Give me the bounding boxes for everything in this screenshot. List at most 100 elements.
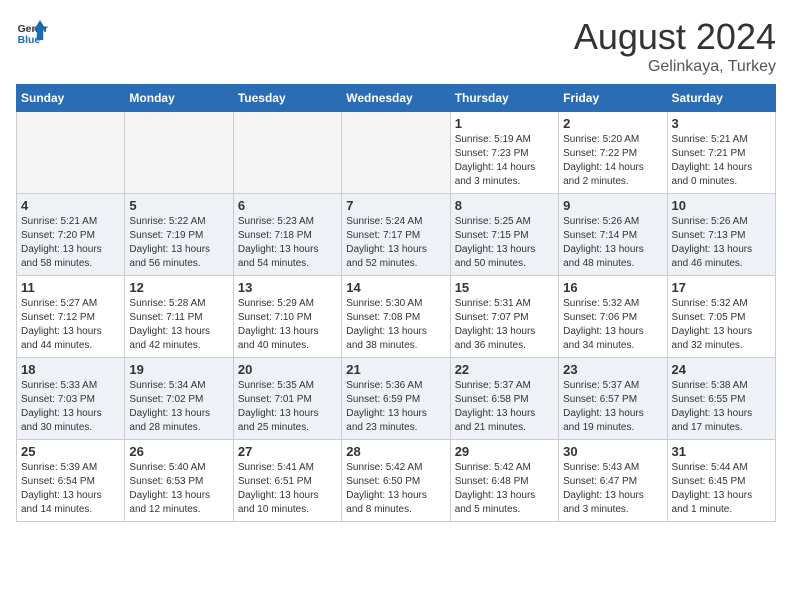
day-info: Sunrise: 5:33 AM Sunset: 7:03 PM Dayligh… bbox=[21, 379, 120, 435]
day-info: Sunrise: 5:25 AM Sunset: 7:15 PM Dayligh… bbox=[455, 215, 554, 271]
day-number: 1 bbox=[455, 116, 554, 131]
table-row: 26 Sunrise: 5:40 AM Sunset: 6:53 PM Dayli… bbox=[125, 440, 233, 522]
day-number: 23 bbox=[563, 362, 662, 377]
day-number: 28 bbox=[346, 444, 445, 459]
day-info: Sunrise: 5:37 AM Sunset: 6:58 PM Dayligh… bbox=[455, 379, 554, 435]
table-row: 2 Sunrise: 5:20 AM Sunset: 7:22 PM Daylig… bbox=[559, 112, 667, 194]
table-row: 13 Sunrise: 5:29 AM Sunset: 7:10 PM Dayli… bbox=[233, 276, 341, 358]
table-row: 3Sunrise: 5:21 AM Sunset: 7:21 PM Daylig… bbox=[667, 112, 775, 194]
day-info: Sunrise: 5:34 AM Sunset: 7:02 PM Dayligh… bbox=[129, 379, 228, 435]
day-number: 5 bbox=[129, 198, 228, 213]
day-info: Sunrise: 5:44 AM Sunset: 6:45 PM Dayligh… bbox=[672, 461, 771, 517]
col-friday: Friday bbox=[559, 85, 667, 112]
day-number: 13 bbox=[238, 280, 337, 295]
table-row: 17 Sunrise: 5:32 AM Sunset: 7:05 PM Dayli… bbox=[667, 276, 775, 358]
table-row: 31 Sunrise: 5:44 AM Sunset: 6:45 PM Dayli… bbox=[667, 440, 775, 522]
col-wednesday: Wednesday bbox=[342, 85, 450, 112]
table-row: 14 Sunrise: 5:30 AM Sunset: 7:08 PM Dayli… bbox=[342, 276, 450, 358]
day-number: 2 bbox=[563, 116, 662, 131]
col-monday: Monday bbox=[125, 85, 233, 112]
table-row: 30Sunrise: 5:43 AM Sunset: 6:47 PM Dayli… bbox=[559, 440, 667, 522]
table-row: 22 Sunrise: 5:37 AM Sunset: 6:58 PM Dayli… bbox=[450, 358, 558, 440]
table-row: 24Sunrise: 5:38 AM Sunset: 6:55 PM Dayli… bbox=[667, 358, 775, 440]
table-row: 27Sunrise: 5:41 AM Sunset: 6:51 PM Dayli… bbox=[233, 440, 341, 522]
day-number: 18 bbox=[21, 362, 120, 377]
table-row: 18 Sunrise: 5:33 AM Sunset: 7:03 PM Dayli… bbox=[17, 358, 125, 440]
day-number: 30 bbox=[563, 444, 662, 459]
day-info: Sunrise: 5:35 AM Sunset: 7:01 PM Dayligh… bbox=[238, 379, 337, 435]
day-info: Sunrise: 5:32 AM Sunset: 7:06 PM Dayligh… bbox=[563, 297, 662, 353]
table-row: 21 Sunrise: 5:36 AM Sunset: 6:59 PM Dayli… bbox=[342, 358, 450, 440]
day-info: Sunrise: 5:24 AM Sunset: 7:17 PM Dayligh… bbox=[346, 215, 445, 271]
day-number: 22 bbox=[455, 362, 554, 377]
page-header: General Blue August 2024 Gelinkaya, Turk… bbox=[16, 16, 776, 76]
table-row: 20 Sunrise: 5:35 AM Sunset: 7:01 PM Dayli… bbox=[233, 358, 341, 440]
day-info: Sunrise: 5:42 AM Sunset: 6:50 PM Dayligh… bbox=[346, 461, 445, 517]
calendar-row: 4 Sunrise: 5:21 AM Sunset: 7:20 PM Daylig… bbox=[17, 194, 776, 276]
day-info: Sunrise: 5:26 AM Sunset: 7:13 PM Dayligh… bbox=[672, 215, 771, 271]
day-number: 31 bbox=[672, 444, 771, 459]
day-info: Sunrise: 5:20 AM Sunset: 7:22 PM Dayligh… bbox=[563, 133, 662, 189]
location-subtitle: Gelinkaya, Turkey bbox=[574, 58, 776, 76]
day-number: 24 bbox=[672, 362, 771, 377]
table-row bbox=[17, 112, 125, 194]
day-info: Sunrise: 5:26 AM Sunset: 7:14 PM Dayligh… bbox=[563, 215, 662, 271]
day-info: Sunrise: 5:36 AM Sunset: 6:59 PM Dayligh… bbox=[346, 379, 445, 435]
table-row bbox=[233, 112, 341, 194]
col-sunday: Sunday bbox=[17, 85, 125, 112]
header-row: Sunday Monday Tuesday Wednesday Thursday… bbox=[17, 85, 776, 112]
day-number: 10 bbox=[672, 198, 771, 213]
day-number: 7 bbox=[346, 198, 445, 213]
table-row: 6 Sunrise: 5:23 AM Sunset: 7:18 PM Daylig… bbox=[233, 194, 341, 276]
table-row: 29Sunrise: 5:42 AM Sunset: 6:48 PM Dayli… bbox=[450, 440, 558, 522]
table-row: 16Sunrise: 5:32 AM Sunset: 7:06 PM Dayli… bbox=[559, 276, 667, 358]
day-info: Sunrise: 5:27 AM Sunset: 7:12 PM Dayligh… bbox=[21, 297, 120, 353]
day-info: Sunrise: 5:40 AM Sunset: 6:53 PM Dayligh… bbox=[129, 461, 228, 517]
table-row bbox=[342, 112, 450, 194]
table-row: 12Sunrise: 5:28 AM Sunset: 7:11 PM Dayli… bbox=[125, 276, 233, 358]
day-number: 20 bbox=[238, 362, 337, 377]
calendar-table: Sunday Monday Tuesday Wednesday Thursday… bbox=[16, 84, 776, 522]
table-row: 25 Sunrise: 5:39 AM Sunset: 6:54 PM Dayli… bbox=[17, 440, 125, 522]
col-saturday: Saturday bbox=[667, 85, 775, 112]
day-info: Sunrise: 5:29 AM Sunset: 7:10 PM Dayligh… bbox=[238, 297, 337, 353]
day-info: Sunrise: 5:39 AM Sunset: 6:54 PM Dayligh… bbox=[21, 461, 120, 517]
calendar-row: 1 Sunrise: 5:19 AM Sunset: 7:23 PM Daylig… bbox=[17, 112, 776, 194]
day-number: 29 bbox=[455, 444, 554, 459]
table-row: 19Sunrise: 5:34 AM Sunset: 7:02 PM Dayli… bbox=[125, 358, 233, 440]
day-info: Sunrise: 5:30 AM Sunset: 7:08 PM Dayligh… bbox=[346, 297, 445, 353]
day-info: Sunrise: 5:37 AM Sunset: 6:57 PM Dayligh… bbox=[563, 379, 662, 435]
table-row bbox=[125, 112, 233, 194]
day-number: 25 bbox=[21, 444, 120, 459]
logo-icon: General Blue bbox=[16, 16, 48, 48]
table-row: 7 Sunrise: 5:24 AM Sunset: 7:17 PM Daylig… bbox=[342, 194, 450, 276]
day-info: Sunrise: 5:22 AM Sunset: 7:19 PM Dayligh… bbox=[129, 215, 228, 271]
day-number: 6 bbox=[238, 198, 337, 213]
day-number: 17 bbox=[672, 280, 771, 295]
day-info: Sunrise: 5:23 AM Sunset: 7:18 PM Dayligh… bbox=[238, 215, 337, 271]
day-number: 8 bbox=[455, 198, 554, 213]
calendar-row: 18 Sunrise: 5:33 AM Sunset: 7:03 PM Dayli… bbox=[17, 358, 776, 440]
table-row: 28 Sunrise: 5:42 AM Sunset: 6:50 PM Dayli… bbox=[342, 440, 450, 522]
day-info: Sunrise: 5:21 AM Sunset: 7:20 PM Dayligh… bbox=[21, 215, 120, 271]
day-number: 14 bbox=[346, 280, 445, 295]
table-row: 15Sunrise: 5:31 AM Sunset: 7:07 PM Dayli… bbox=[450, 276, 558, 358]
day-number: 26 bbox=[129, 444, 228, 459]
calendar-row: 25 Sunrise: 5:39 AM Sunset: 6:54 PM Dayli… bbox=[17, 440, 776, 522]
table-row: 11Sunrise: 5:27 AM Sunset: 7:12 PM Dayli… bbox=[17, 276, 125, 358]
day-number: 3 bbox=[672, 116, 771, 131]
day-info: Sunrise: 5:32 AM Sunset: 7:05 PM Dayligh… bbox=[672, 297, 771, 353]
table-row: 8 Sunrise: 5:25 AM Sunset: 7:15 PM Daylig… bbox=[450, 194, 558, 276]
day-number: 4 bbox=[21, 198, 120, 213]
title-block: August 2024 Gelinkaya, Turkey bbox=[574, 16, 776, 76]
day-number: 9 bbox=[563, 198, 662, 213]
table-row: 1 Sunrise: 5:19 AM Sunset: 7:23 PM Daylig… bbox=[450, 112, 558, 194]
logo: General Blue bbox=[16, 16, 48, 48]
calendar-row: 11Sunrise: 5:27 AM Sunset: 7:12 PM Dayli… bbox=[17, 276, 776, 358]
table-row: 23 Sunrise: 5:37 AM Sunset: 6:57 PM Dayli… bbox=[559, 358, 667, 440]
col-tuesday: Tuesday bbox=[233, 85, 341, 112]
month-title: August 2024 bbox=[574, 16, 776, 58]
day-info: Sunrise: 5:19 AM Sunset: 7:23 PM Dayligh… bbox=[455, 133, 554, 189]
day-number: 27 bbox=[238, 444, 337, 459]
day-number: 21 bbox=[346, 362, 445, 377]
